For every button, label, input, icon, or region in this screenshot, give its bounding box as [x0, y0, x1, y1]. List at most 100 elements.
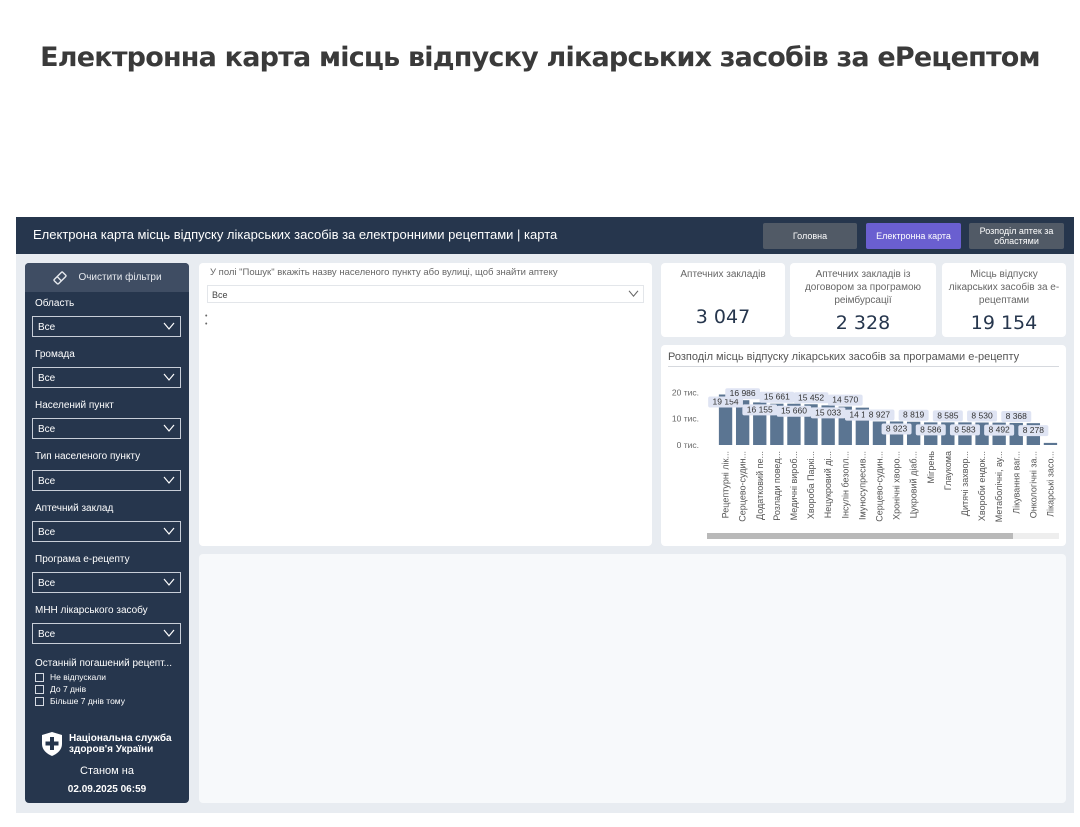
category-label: Лікарські засо... — [1045, 451, 1055, 517]
data-label: 8 368 — [1006, 411, 1028, 421]
program-distribution-chart: Розподіл місць відпуску лікарських засоб… — [661, 345, 1066, 546]
region-filter-label: Область — [35, 298, 75, 309]
chevron-down-icon — [163, 322, 175, 330]
chevron-down-icon — [163, 476, 175, 484]
program-filter-dropdown[interactable]: Все — [32, 572, 181, 593]
chevron-down-icon — [163, 629, 175, 637]
option-not-dispensed[interactable]: Не відпускали — [35, 672, 106, 682]
filter-sidebar: Очистити фільтри Область Все Громада Все… — [25, 263, 189, 803]
category-label: Хвороба Паркі... — [806, 451, 816, 519]
clear-filters-button[interactable]: Очистити фільтри — [25, 263, 189, 292]
category-label: Глаукома — [943, 451, 953, 490]
data-label: 15 660 — [781, 406, 807, 416]
settlement-type-filter-dropdown[interactable]: Все — [32, 470, 181, 491]
settlement-filter-label: Населений пункт — [35, 400, 114, 411]
inn-filter-label: МНН лікарського засобу — [35, 605, 148, 616]
data-label: 15 033 — [815, 407, 841, 417]
bar[interactable] — [1043, 442, 1058, 445]
logo-line-2: здоров'я України — [69, 744, 154, 755]
region-filter-value: Все — [38, 322, 56, 333]
data-label: 8 492 — [989, 425, 1011, 435]
chevron-down-icon — [163, 424, 175, 432]
data-label: 8 923 — [886, 423, 908, 433]
distribution-button[interactable]: Розподіл аптек за областями — [969, 223, 1064, 249]
category-label: Цукровий діаб... — [909, 451, 919, 518]
kpi-pharmacies: Аптечних закладів 3 047 — [661, 263, 785, 337]
nszu-logo: Національна служба здоров'я України — [41, 731, 172, 757]
chevron-down-icon — [163, 578, 175, 586]
shield-cross-icon — [42, 732, 62, 756]
category-label: Рецептурні лік... — [721, 451, 731, 518]
report-title: Електрона карта місць відпуску лікарськи… — [33, 227, 558, 242]
pharmacy-map[interactable] — [199, 554, 1066, 803]
category-label: Розлади повед... — [772, 451, 782, 521]
list-bullet: • — [205, 313, 208, 320]
kpi-label: Місць відпуску лікарських засобів за е-р… — [948, 269, 1060, 306]
data-label: 8 586 — [920, 424, 942, 434]
kpi-value: 2 328 — [835, 312, 891, 334]
pharmacy-filter-value: Все — [38, 527, 56, 538]
program-filter-value: Все — [38, 578, 56, 589]
data-label: 15 452 — [798, 392, 824, 402]
inn-filter-value: Все — [38, 629, 56, 640]
report-embed: Електрона карта місць відпуску лікарськи… — [16, 217, 1074, 813]
checkbox[interactable] — [35, 696, 44, 706]
data-label: 8 583 — [954, 424, 976, 434]
kpi-value: 19 154 — [970, 312, 1038, 334]
kpi-dispensing-points: Місць відпуску лікарських засобів за е-р… — [942, 263, 1066, 337]
category-label: Серцево-судин... — [738, 451, 748, 522]
category-label: Інсулін безопл... — [840, 451, 850, 519]
as-of-label: Станом на — [80, 765, 134, 777]
logo-line-1: Національна служба — [69, 733, 172, 744]
data-label: 8 530 — [971, 411, 993, 421]
home-button[interactable]: Головна — [763, 223, 857, 249]
chevron-down-icon — [163, 373, 175, 381]
pharmacy-search-panel: У полі "Пошук" вкажіть назву населеного … — [199, 263, 652, 546]
scrollbar-thumb[interactable] — [707, 533, 1013, 539]
data-label: 8 585 — [937, 410, 959, 420]
settlement-type-filter-label: Тип населеного пункту — [35, 451, 141, 462]
category-label: Метаболічні, ау... — [994, 451, 1004, 522]
data-label: 8 927 — [869, 409, 891, 419]
option-label: До 7 днів — [50, 684, 87, 694]
category-label: Хвороби ендок... — [977, 451, 987, 521]
community-filter-value: Все — [38, 373, 56, 384]
category-label: Мігрень — [926, 451, 936, 484]
kpi-label: Аптечних закладів із договором за програ… — [804, 269, 922, 306]
option-label: Більше 7 днів тому — [50, 696, 125, 706]
search-hint: У полі "Пошук" вкажіть назву населеного … — [210, 267, 558, 278]
community-filter-dropdown[interactable]: Все — [32, 367, 181, 388]
settlement-filter-value: Все — [38, 424, 56, 435]
chevron-down-icon — [163, 527, 175, 535]
program-filter-label: Програма е-рецепту — [35, 554, 130, 565]
search-value: Все — [212, 290, 228, 300]
last-redeemed-label: Останній погашений рецепт... — [35, 658, 172, 669]
page-title: Електронна карта місць відпуску лікарськ… — [40, 42, 1040, 73]
option-within-7-days[interactable]: До 7 днів — [35, 684, 86, 694]
kpi-reimbursement-pharmacies: Аптечних закладів із договором за програ… — [790, 263, 936, 337]
category-label: Медичні вироб... — [789, 451, 799, 520]
category-label: Онкологічні за... — [1028, 451, 1038, 518]
checkbox[interactable] — [35, 672, 44, 682]
map-button[interactable]: Електронна карта — [866, 223, 961, 249]
chevron-down-icon — [628, 290, 639, 298]
as-of-timestamp: 02.09.2025 06:59 — [67, 784, 147, 795]
data-label: 8 819 — [903, 410, 925, 420]
community-filter-label: Громада — [35, 349, 75, 360]
category-label: Серцево-судин... — [874, 451, 884, 522]
report-header: Електрона карта місць відпуску лікарськи… — [16, 217, 1074, 254]
checkbox[interactable] — [35, 684, 44, 694]
inn-filter-dropdown[interactable]: Все — [32, 623, 181, 644]
settlement-filter-dropdown[interactable]: Все — [32, 418, 181, 439]
pharmacy-filter-label: Аптечний заклад — [35, 503, 114, 514]
option-over-7-days[interactable]: Більше 7 днів тому — [35, 696, 125, 706]
category-label: Нецукровий ді... — [823, 451, 833, 518]
search-dropdown[interactable]: Все — [207, 285, 644, 303]
region-filter-dropdown[interactable]: Все — [32, 316, 181, 337]
kpi-label: Аптечних закладів — [680, 269, 766, 280]
settlement-type-filter-value: Все — [38, 476, 56, 487]
pharmacy-filter-dropdown[interactable]: Все — [32, 521, 181, 542]
y-tick-label: 10 тис. — [672, 414, 699, 424]
clear-filters-label: Очистити фільтри — [78, 272, 162, 283]
category-label: Дитячі захвор... — [960, 451, 970, 516]
